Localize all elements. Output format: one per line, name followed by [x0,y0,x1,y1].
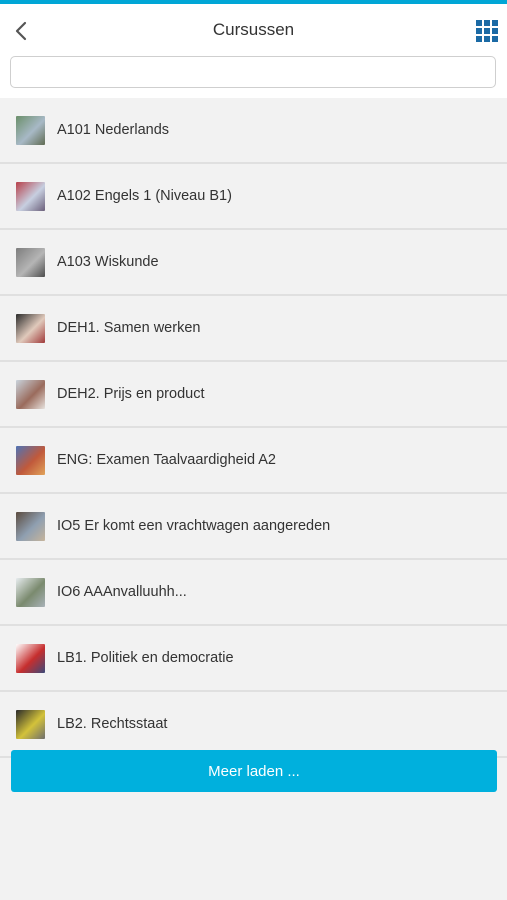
course-title: IO6 AAAnvalluuhh... [57,584,187,600]
course-item[interactable]: IO6 AAAnvalluuhh... [0,560,507,626]
course-thumbnail [16,379,45,409]
course-thumbnail [16,247,45,277]
course-thumbnail [16,643,45,673]
chevron-left-icon [15,21,27,41]
course-title: IO5 Er komt een vrachtwagen aangereden [57,518,331,534]
page-title: Cursussen [212,20,295,39]
course-list: A101 Nederlands A102 Engels 1 (Niveau B1… [0,98,507,758]
course-item[interactable]: ENG: Examen Taalvaardigheid A2 [0,428,507,494]
back-button[interactable] [10,18,32,44]
course-item[interactable]: DEH2. Prijs en product [0,362,507,428]
course-item[interactable]: A102 Engels 1 (Niveau B1) [0,164,507,230]
load-more-button[interactable]: Meer laden ... [11,750,497,792]
course-thumbnail [16,577,45,607]
search-bar [0,56,507,98]
course-item[interactable]: LB2. Rechtsstaat [0,692,507,758]
course-title: LB2. Rechtsstaat [57,716,168,732]
course-title: DEH1. Samen werken [57,320,201,336]
course-item[interactable]: LB1. Politiek en democratie [0,626,507,692]
grid-icon [476,20,498,42]
course-thumbnail [16,313,45,343]
search-input[interactable] [10,56,496,88]
course-thumbnail [16,709,45,739]
course-thumbnail [16,511,45,541]
course-title: A101 Nederlands [57,122,170,138]
course-thumbnail [16,115,45,145]
course-title: A103 Wiskunde [57,254,159,270]
course-item[interactable]: DEH1. Samen werken [0,296,507,362]
course-title: ENG: Examen Taalvaardigheid A2 [57,452,276,468]
course-title: DEH2. Prijs en product [57,386,205,402]
course-item[interactable]: A101 Nederlands [0,98,507,164]
course-item[interactable]: IO5 Er komt een vrachtwagen aangereden [0,494,507,560]
app-header: Cursussen [0,4,507,56]
course-thumbnail [16,181,45,211]
apps-menu-button[interactable] [476,20,498,42]
course-thumbnail [16,445,45,475]
course-title: A102 Engels 1 (Niveau B1) [57,188,232,204]
course-item[interactable]: A103 Wiskunde [0,230,507,296]
course-title: LB1. Politiek en democratie [57,650,234,666]
